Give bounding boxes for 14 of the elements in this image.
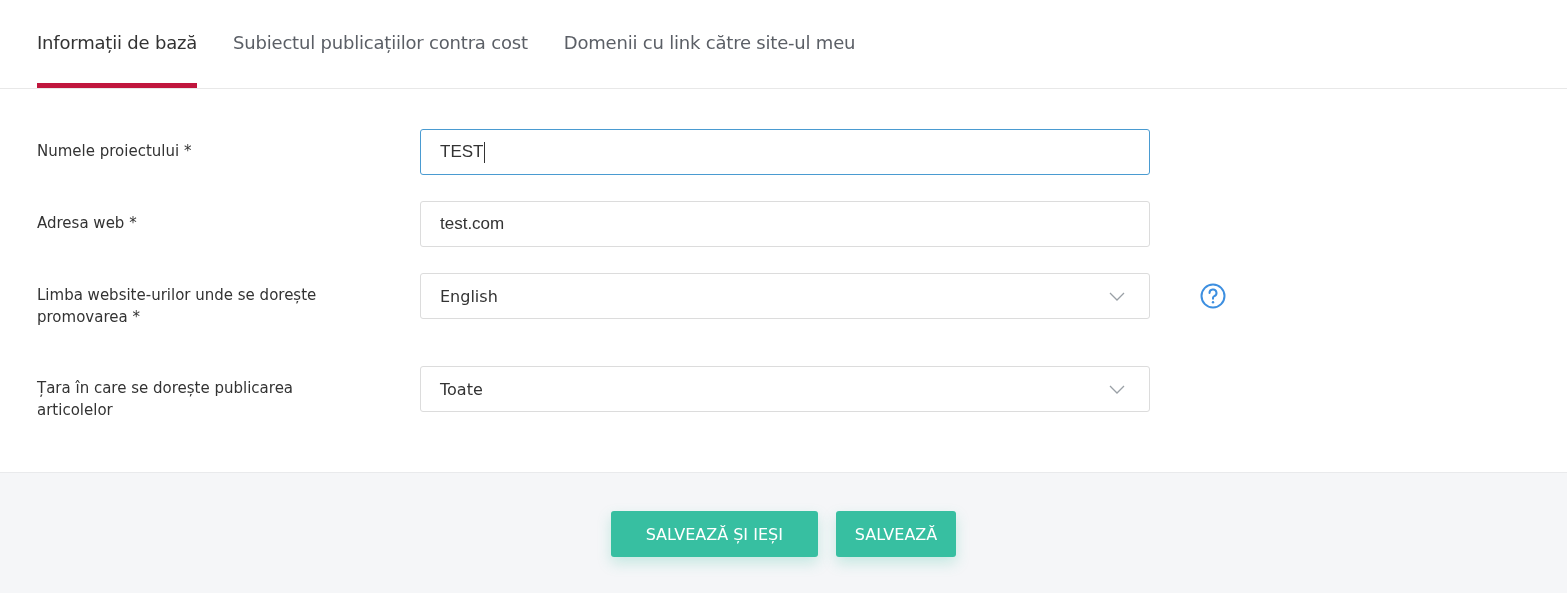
tab[interactable]: Subiectul publicațiilor contra cost (233, 0, 528, 88)
input-field[interactable]: TEST (420, 129, 1150, 175)
chevron-down-icon (1109, 291, 1125, 301)
input-field[interactable]: test.com (420, 201, 1150, 247)
field-label: Țara în care se dorește publicarea articolelor (37, 378, 295, 421)
chevron-down-icon (1109, 384, 1125, 394)
dropdown[interactable]: Toate (420, 366, 1150, 412)
tab[interactable]: Informații de bază (37, 0, 198, 88)
field-label: Numele proiectului * (37, 141, 193, 162)
dropdown[interactable]: English (420, 273, 1150, 319)
tab[interactable]: Domenii cu link către site-ul meu (563, 0, 856, 88)
field-label: Adresa web * (37, 213, 138, 234)
field-label: Limba website-urilor unde se dorește promovarea * (37, 285, 318, 328)
help-icon[interactable] (1200, 283, 1226, 309)
